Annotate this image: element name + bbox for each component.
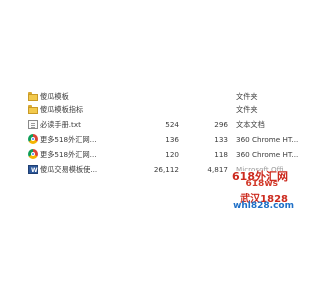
watermark-line: whl828.com	[233, 201, 294, 211]
file-name: 更多518外汇网...	[40, 150, 97, 159]
chrome-html-icon	[28, 134, 38, 144]
file-packed-size: 4,817	[207, 165, 228, 174]
list-item[interactable]: 必读手册.txt 524 296 文本文档	[28, 119, 290, 131]
file-name: 更多518外汇网...	[40, 135, 97, 144]
file-size: 120	[165, 150, 179, 159]
file-size: 524	[165, 120, 179, 129]
file-name: 傻瓜模板指标	[40, 105, 84, 114]
file-packed-size: 118	[214, 150, 228, 159]
watermark-line: 618ws	[245, 179, 278, 189]
file-size: 136	[165, 135, 179, 144]
file-name: 必读手册.txt	[40, 120, 81, 129]
folder-icon	[28, 92, 38, 101]
file-type: 360 Chrome HT...	[236, 150, 299, 159]
file-type: 360 Chrome HT...	[236, 135, 299, 144]
file-type: 文本文档	[236, 120, 265, 129]
file-list: 傻瓜模板 文件夹 傻瓜模板指标 文件夹 必读手册.txt 524 296 文本文…	[0, 0, 300, 300]
file-name: 傻瓜交易模板使...	[40, 165, 98, 174]
list-item[interactable]: 更多518外汇网... 120 118 360 Chrome HT...	[28, 149, 298, 161]
text-file-icon	[28, 120, 38, 129]
file-type: 文件夹	[236, 105, 258, 114]
file-name: 傻瓜模板	[40, 92, 69, 101]
file-size: 26,112	[153, 165, 179, 174]
list-item[interactable]: 傻瓜模板 文件夹	[28, 91, 290, 103]
file-type: 文件夹	[236, 92, 258, 101]
folder-icon	[28, 105, 38, 114]
word-doc-icon: W	[28, 165, 38, 174]
list-item[interactable]: 傻瓜模板指标 文件夹	[28, 104, 290, 116]
chrome-html-icon	[28, 149, 38, 159]
watermark: 618外汇网 618ws 武汉1828 whl828.com	[224, 168, 294, 232]
list-item[interactable]: 更多518外汇网... 136 133 360 Chrome HT...	[28, 134, 298, 146]
file-packed-size: 133	[214, 135, 228, 144]
file-packed-size: 296	[214, 120, 228, 129]
